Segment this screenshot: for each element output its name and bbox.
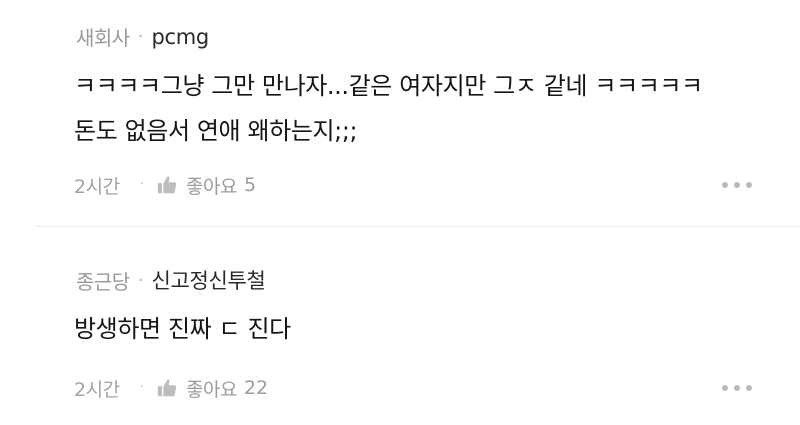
like-count: 5 [243, 174, 257, 196]
like-button[interactable]: 좋아요 22 [156, 375, 268, 402]
comment-text: 방생하면 진짜 ㄷ 진다 [74, 307, 770, 352]
comment-item: 종근당 · 신고정신투철 방생하면 진짜 ㄷ 진다 2시간 · 좋아요 22 [0, 227, 800, 425]
comment-meta: 종근당 · 신고정신투철 [76, 265, 266, 295]
thumbs-up-icon [156, 174, 178, 196]
footer-separator: · [139, 379, 145, 395]
comment-footer: 2시간 · 좋아요 5 [74, 170, 752, 200]
thumbs-up-icon [156, 377, 178, 399]
footer-separator: · [139, 176, 145, 192]
comment-line: 방생하면 진짜 ㄷ 진다 [74, 315, 291, 343]
author-nickname[interactable]: 신고정신투철 [151, 265, 265, 295]
like-label: 좋아요 [186, 175, 237, 198]
company-name: 새회사 [76, 26, 130, 50]
like-count: 22 [243, 377, 269, 399]
more-dots-icon[interactable] [722, 180, 752, 190]
author-nickname[interactable]: pcmg [151, 25, 209, 49]
meta-separator: · [137, 26, 144, 47]
comment-text: ㅋㅋㅋㅋ그냥 그만 만나자...같은 여자지만 그ㅈ 같네 ㅋㅋㅋㅋㅋ 돈도 없… [74, 64, 770, 154]
more-dots-icon[interactable] [722, 383, 752, 393]
comment-time: 2시간 [74, 175, 120, 198]
comment-line: 돈도 없음서 연애 왜하는지;;; [74, 117, 358, 145]
comment-footer: 2시간 · 좋아요 22 [74, 373, 752, 403]
meta-separator: · [137, 269, 144, 291]
comment-item: 새회사 · pcmg ㅋㅋㅋㅋ그냥 그만 만나자...같은 여자지만 그ㅈ 같네… [0, 0, 800, 226]
comment-line: ㅋㅋㅋㅋ그냥 그만 만나자...같은 여자지만 그ㅈ 같네 ㅋㅋㅋㅋㅋ [74, 72, 703, 100]
comment-meta: 새회사 · pcmg [76, 22, 209, 51]
comment-time: 2시간 [74, 378, 120, 401]
company-name: 종근당 [76, 269, 130, 294]
like-button[interactable]: 좋아요 5 [156, 172, 256, 199]
like-label: 좋아요 [186, 378, 237, 401]
